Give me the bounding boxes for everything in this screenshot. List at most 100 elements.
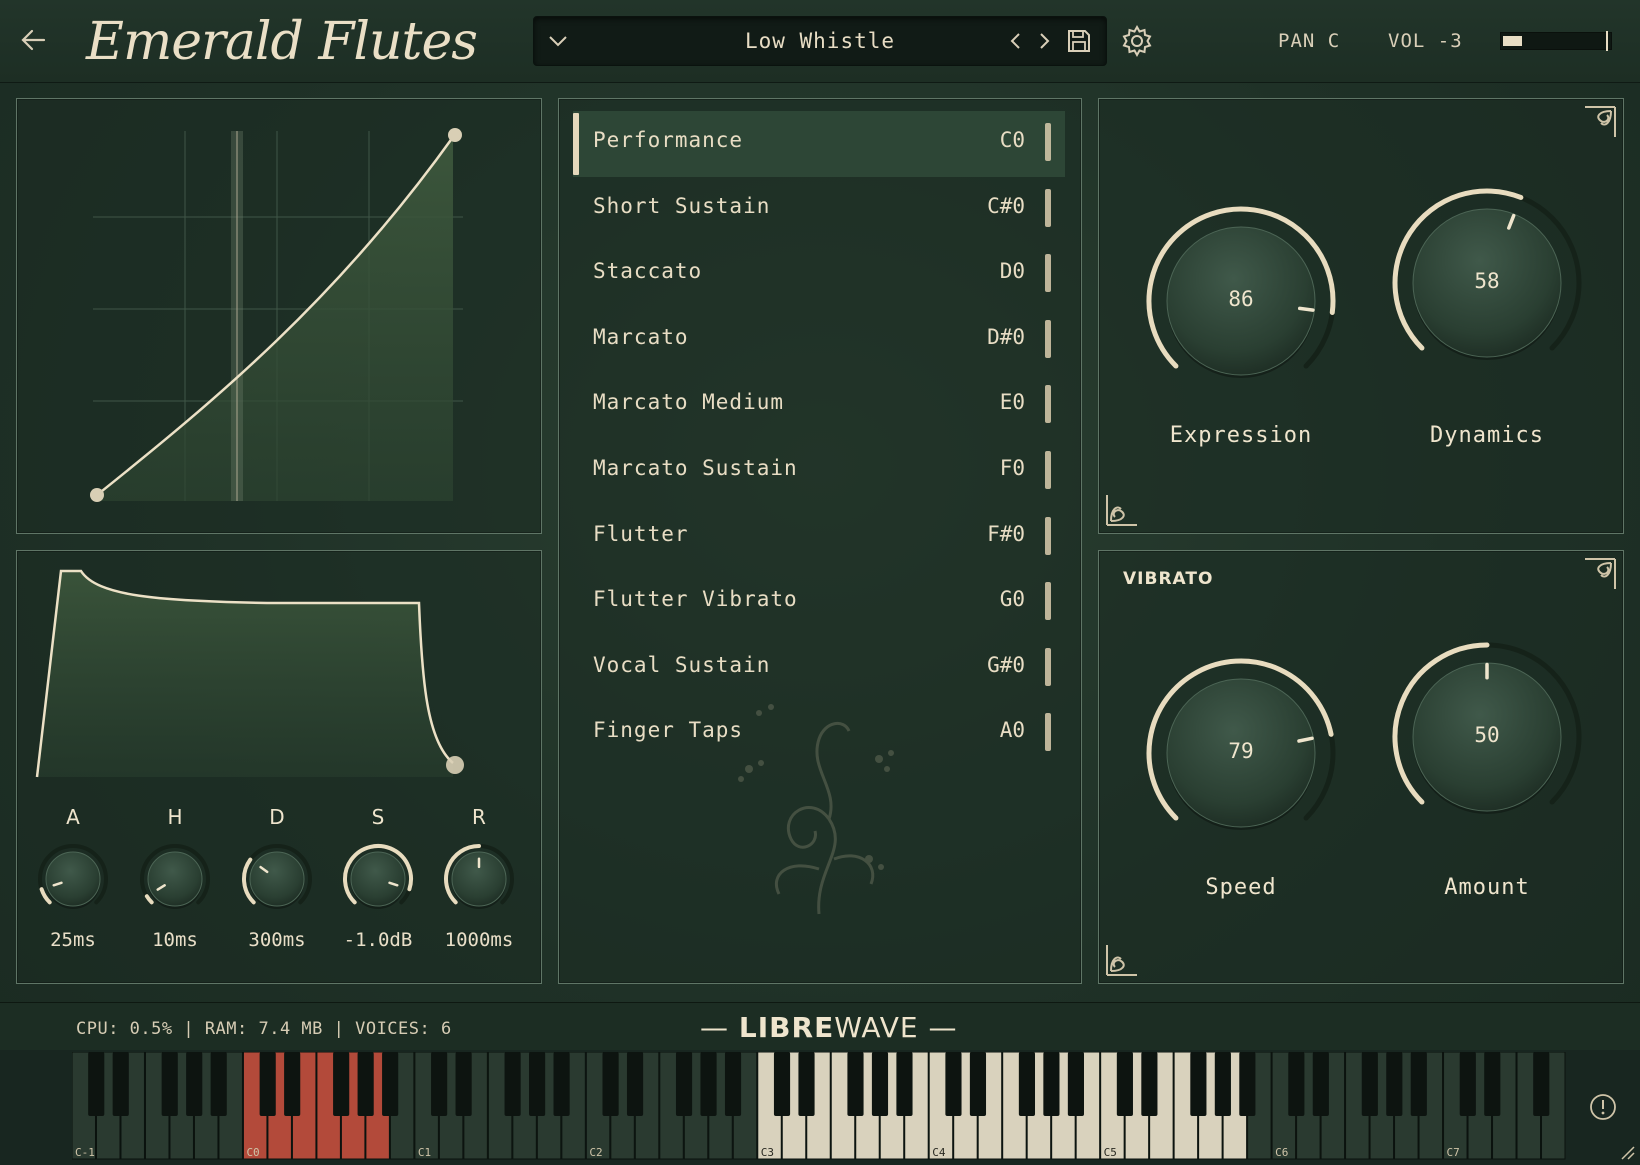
black-key[interactable]: [553, 1052, 570, 1116]
black-key[interactable]: [1190, 1052, 1207, 1116]
pan-display[interactable]: PAN C: [1278, 30, 1340, 52]
black-key[interactable]: [431, 1052, 448, 1116]
black-key[interactable]: [1386, 1052, 1403, 1116]
black-key[interactable]: [1018, 1052, 1036, 1116]
envelope-value: 300ms: [248, 929, 306, 951]
black-key[interactable]: [1239, 1052, 1256, 1116]
curve-end-handle[interactable]: [448, 128, 462, 142]
black-key[interactable]: [1116, 1052, 1133, 1116]
articulation-item[interactable]: Marcato D#0: [573, 308, 1065, 374]
info-icon[interactable]: [1588, 1092, 1618, 1122]
preset-selector[interactable]: Low Whistle: [533, 16, 1107, 66]
black-key[interactable]: [504, 1052, 521, 1116]
envelope-control-a: A 25ms: [23, 805, 123, 951]
envelope-value: -1.0dB: [343, 929, 413, 951]
volume-meter[interactable]: [1500, 31, 1612, 51]
black-key[interactable]: [88, 1052, 105, 1116]
articulation-level-bar: [1045, 647, 1051, 686]
back-arrow-icon[interactable]: [14, 20, 54, 60]
volume-meter-fill: [1503, 36, 1523, 46]
articulation-item[interactable]: Finger Taps A0: [573, 701, 1065, 767]
black-key[interactable]: [357, 1052, 374, 1116]
envelope-knob[interactable]: [336, 837, 420, 921]
black-key[interactable]: [382, 1052, 399, 1116]
vibrato-amount-knob[interactable]: 50: [1377, 627, 1597, 847]
black-key[interactable]: [1410, 1052, 1427, 1116]
release-handle[interactable]: [446, 756, 464, 774]
black-key[interactable]: [871, 1052, 889, 1116]
black-key[interactable]: [724, 1052, 742, 1116]
envelope-knob[interactable]: [31, 837, 115, 921]
black-key[interactable]: [210, 1052, 227, 1116]
black-key[interactable]: [1484, 1052, 1501, 1116]
black-key[interactable]: [1533, 1052, 1550, 1116]
black-key[interactable]: [284, 1052, 301, 1116]
black-key[interactable]: [1043, 1052, 1060, 1116]
articulation-item[interactable]: Short Sustain C#0: [573, 177, 1065, 243]
black-key[interactable]: [1459, 1052, 1476, 1116]
articulation-item[interactable]: Marcato Sustain F0: [573, 439, 1065, 505]
octave-label: C3: [761, 1146, 774, 1159]
black-key[interactable]: [700, 1052, 717, 1116]
articulation-item[interactable]: Flutter Vibrato G0: [573, 570, 1065, 636]
black-key[interactable]: [1067, 1052, 1084, 1116]
black-key[interactable]: [186, 1052, 203, 1116]
black-key[interactable]: [945, 1052, 962, 1116]
articulation-level-bar: [1045, 713, 1051, 752]
articulation-level-bar: [1045, 188, 1051, 227]
chevron-left-icon[interactable]: [1002, 27, 1030, 55]
envelope-graph[interactable]: [17, 551, 541, 791]
envelope-value: 1000ms: [444, 929, 514, 951]
black-key[interactable]: [1312, 1052, 1329, 1116]
save-icon[interactable]: [1064, 26, 1094, 56]
articulation-item[interactable]: Marcato Medium E0: [573, 373, 1065, 439]
articulation-panel: Performance C0 Short Sustain C#0 Staccato D0 M…: [558, 98, 1082, 984]
black-key[interactable]: [896, 1052, 913, 1116]
articulation-item[interactable]: Staccato D0: [573, 242, 1065, 308]
black-key[interactable]: [1141, 1052, 1158, 1116]
black-key[interactable]: [333, 1052, 350, 1116]
black-key[interactable]: [1361, 1052, 1378, 1116]
envelope-knob[interactable]: [235, 837, 319, 921]
black-key[interactable]: [161, 1052, 178, 1116]
velocity-curve-graph[interactable]: [17, 99, 541, 533]
envelope-value: 10ms: [152, 929, 198, 951]
volume-display[interactable]: VOL -3: [1388, 30, 1463, 52]
piano-keyboard[interactable]: C-1 C0 C1 C2 C3 C4 C5 C6 C7: [72, 1052, 1566, 1161]
black-key[interactable]: [675, 1052, 693, 1116]
envelope-panel: A 25ms H 10ms D 300ms S -1.0dB R 1000ms: [16, 550, 542, 984]
expression-knob[interactable]: 86: [1131, 191, 1351, 411]
black-key[interactable]: [773, 1052, 791, 1116]
black-key[interactable]: [529, 1052, 546, 1116]
articulation-item[interactable]: Flutter F#0: [573, 505, 1065, 571]
articulation-item[interactable]: Vocal Sustain G#0: [573, 636, 1065, 702]
keyboard-area: C-1 C0 C1 C2 C3 C4 C5 C6 C7: [0, 1050, 1640, 1165]
resize-handle-icon[interactable]: [1618, 1143, 1636, 1161]
envelope-knob[interactable]: [437, 837, 521, 921]
black-key[interactable]: [112, 1052, 129, 1116]
chevron-right-icon[interactable]: [1030, 27, 1058, 55]
articulation-item[interactable]: Performance C0: [573, 111, 1065, 177]
articulation-keyswitch: C0: [999, 128, 1025, 152]
envelope-control-h: H 10ms: [125, 805, 225, 951]
black-key[interactable]: [847, 1052, 864, 1116]
black-key[interactable]: [1288, 1052, 1305, 1116]
envelope-knob[interactable]: [133, 837, 217, 921]
envelope-letter: R: [472, 805, 486, 829]
corner-ornament-icon: [1106, 945, 1137, 976]
black-key[interactable]: [969, 1052, 987, 1116]
black-key[interactable]: [259, 1052, 276, 1116]
black-key[interactable]: [626, 1052, 644, 1116]
envelope-letter: D: [269, 805, 285, 829]
vibrato-speed-knob[interactable]: 79: [1131, 643, 1351, 863]
curve-start-handle[interactable]: [90, 488, 104, 502]
black-key[interactable]: [798, 1052, 815, 1116]
envelope-value: 25ms: [50, 929, 96, 951]
dynamics-knob[interactable]: 58: [1377, 173, 1597, 393]
volume-peak-marker: [1606, 31, 1608, 51]
black-key[interactable]: [455, 1052, 472, 1116]
gear-icon[interactable]: [1118, 22, 1156, 60]
app-logo: Emerald Flutes: [62, 6, 478, 76]
black-key[interactable]: [1214, 1052, 1231, 1116]
black-key[interactable]: [602, 1052, 619, 1116]
